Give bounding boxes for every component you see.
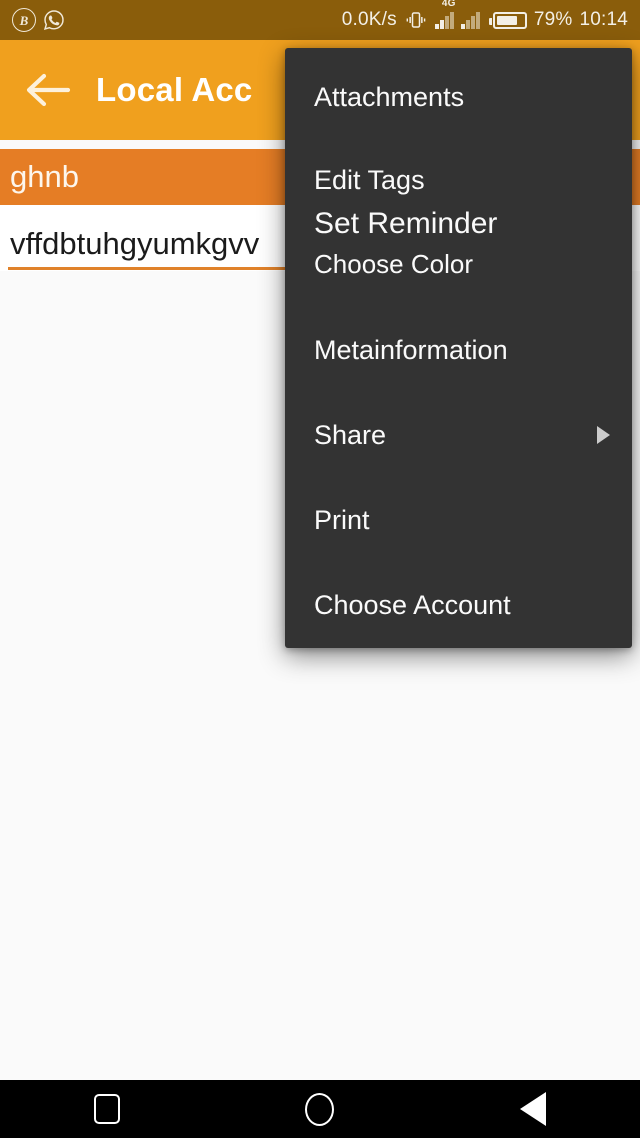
back-button[interactable] [488, 1080, 578, 1138]
overflow-popup-menu: Attachments Edit Tags Set Reminder Choose C… [285, 48, 632, 648]
menu-item-set-reminder[interactable]: Set Reminder [285, 202, 632, 246]
phone-screen: B 0.0K/s 4G 79% 10:14 Local Acc ghnb vff… [0, 0, 640, 1138]
menu-item-label: Attachments [314, 81, 465, 112]
network-speed-text: 0.0K/s [341, 9, 397, 30]
back-arrow-icon [26, 73, 71, 107]
menu-item-label: Share [314, 419, 387, 450]
menu-item-choose-color[interactable]: Choose Color [285, 245, 632, 283]
menu-item-choose-account[interactable]: Choose Account [285, 585, 632, 625]
note-body-value: vffdbtuhgyumkgvv [10, 226, 260, 261]
whatsapp-icon [43, 10, 64, 31]
circle-icon [305, 1092, 335, 1126]
menu-item-share[interactable]: Share [285, 415, 632, 455]
signal-bars-icon: 4G [434, 0, 455, 29]
recents-button[interactable] [62, 1080, 152, 1138]
menu-item-label: Choose Account [314, 589, 511, 620]
home-button[interactable] [275, 1080, 365, 1138]
menu-item-edit-tags[interactable]: Edit Tags [285, 160, 632, 200]
network-type-label: 4G [441, 0, 456, 9]
vibrate-icon [406, 12, 426, 28]
status-bar-notification-icons: B [12, 8, 65, 32]
submenu-arrow-icon [597, 426, 610, 444]
navigate-up-button[interactable] [0, 40, 96, 140]
menu-item-label: Set Reminder [314, 207, 498, 240]
clock-label: 10:14 [579, 9, 628, 30]
triangle-left-icon [520, 1092, 547, 1126]
status-bar-system-icons: 0.0K/s 4G 79% 10:14 [341, 0, 628, 31]
menu-item-label: Print [314, 504, 370, 535]
square-icon [93, 1094, 120, 1124]
note-title-value: ghnb [10, 159, 79, 194]
android-navigation-bar [0, 1080, 640, 1138]
menu-item-label: Edit Tags [314, 164, 425, 195]
signal-bars-secondary-icon [460, 11, 480, 29]
battery-percent-label: 79% [533, 9, 573, 30]
menu-item-label: Choose Color [314, 248, 473, 279]
menu-item-metainformation[interactable]: Metainformation [285, 330, 632, 370]
bitcoin-b-icon: B [12, 8, 36, 32]
menu-item-print[interactable]: Print [285, 500, 632, 540]
menu-item-label: Metainformation [314, 334, 508, 365]
page-title: Local Acc [96, 71, 253, 108]
status-bar: B 0.0K/s 4G 79% 10:14 [0, 0, 640, 40]
menu-item-attachments[interactable]: Attachments [285, 75, 632, 119]
battery-icon [488, 11, 527, 29]
